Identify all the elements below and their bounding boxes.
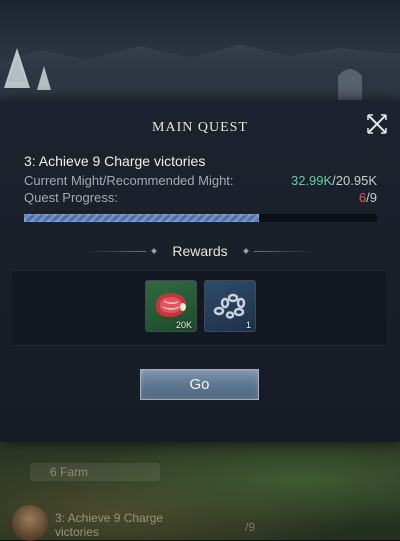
divider-diamond: [151, 248, 158, 254]
might-value: 32.99K/20.95K: [291, 173, 377, 188]
quest-progress-fill: [24, 214, 260, 222]
rewards-label: Rewards: [172, 243, 228, 259]
reward-quantity: 20K: [175, 320, 192, 330]
might-label: Current Might/Recommended Might:: [24, 173, 234, 188]
rewards-header: Rewards: [0, 241, 400, 261]
progress-total: 9: [369, 190, 377, 205]
progress-value: 6/9: [359, 190, 377, 205]
close-icon: [367, 114, 387, 134]
dialog-title: MAIN QUEST: [152, 120, 248, 135]
reward-quantity: 1: [245, 320, 251, 330]
progress-label: Quest Progress:: [24, 190, 118, 205]
reward-item-chain[interactable]: 1: [204, 280, 256, 332]
bottom-quest-text: 3: Achieve 9 Charge victories: [55, 511, 164, 539]
quest-progress-bar: [24, 214, 377, 222]
quest-name: 3: Achieve 9 Charge victories: [24, 153, 206, 169]
reward-item-meat[interactable]: 20K: [145, 280, 197, 332]
farm-label: 6 Farm: [30, 463, 160, 481]
snow-tree-icon: [37, 66, 51, 90]
divider: [86, 250, 147, 252]
go-button[interactable]: Go: [140, 369, 259, 400]
divider-diamond: [242, 248, 249, 254]
rewards-panel: [12, 270, 386, 346]
divider: [253, 250, 314, 252]
bottom-quest-progress: /9: [245, 520, 256, 534]
might-recommended: 20.95K: [335, 173, 377, 188]
avatar: [12, 505, 48, 541]
snow-tree-icon: [4, 48, 30, 88]
tower-icon: [338, 69, 362, 100]
close-button[interactable]: [365, 113, 389, 135]
might-current: 32.99K: [290, 173, 333, 188]
